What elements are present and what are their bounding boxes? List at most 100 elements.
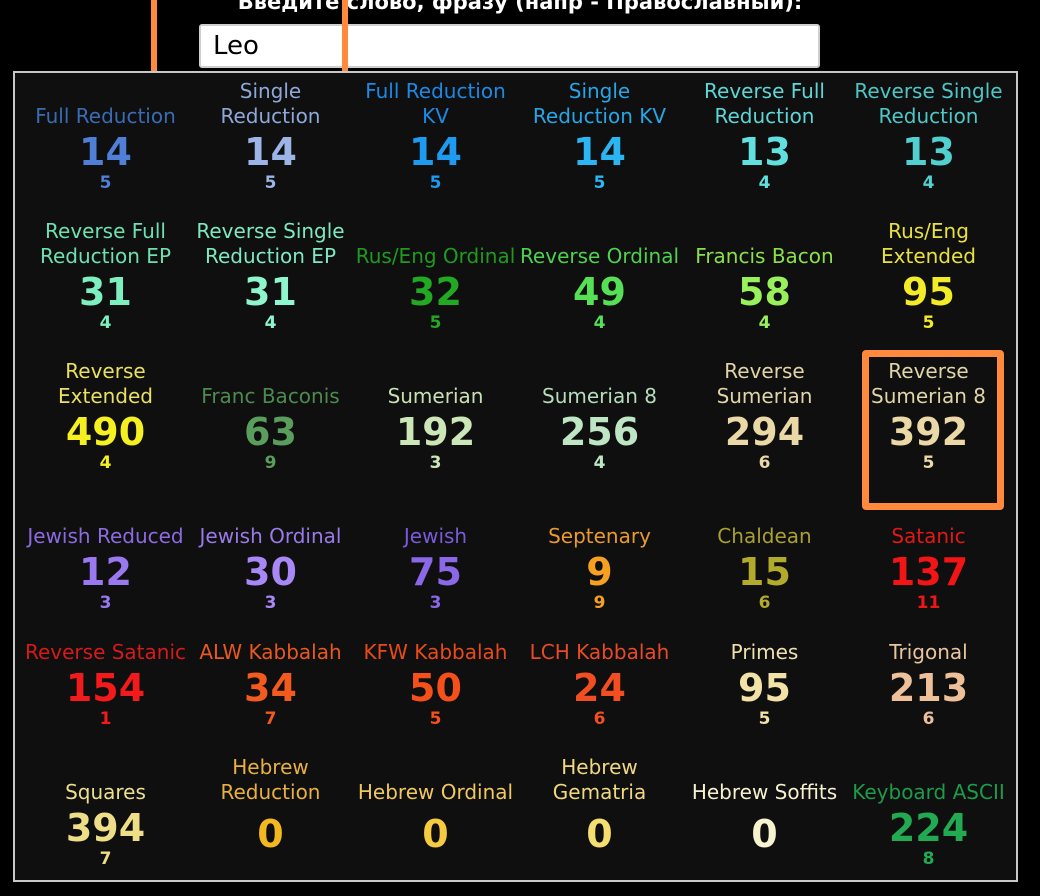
cipher-cell: Reverse Sumerian 294 6 <box>682 359 847 473</box>
cipher-cell: Reverse Single Reduction 13 4 <box>846 79 1011 193</box>
cipher-value: 32 <box>409 270 462 314</box>
cipher-value: 9 <box>586 550 613 594</box>
cipher-cell: Sumerian 192 3 <box>353 359 518 473</box>
cipher-value: 24 <box>573 666 626 710</box>
cipher-cell: Reverse Full Reduction 13 4 <box>682 79 847 193</box>
cipher-value: 14 <box>409 130 462 174</box>
cipher-cell: Chaldean 15 6 <box>682 499 847 613</box>
cipher-name: Reverse Ordinal <box>519 244 680 268</box>
cipher-cell: Hebrew Soffits 0 <box>682 755 847 855</box>
cipher-cell: LCH Kabbalah 24 6 <box>517 615 682 729</box>
cipher-name: Reverse Single Reduction EP <box>196 219 345 268</box>
cipher-cell: Jewish Reduced 12 3 <box>23 499 188 613</box>
cipher-value: 13 <box>902 130 955 174</box>
cipher-value: 31 <box>79 270 132 314</box>
cipher-value: 63 <box>244 410 297 454</box>
cipher-value: 0 <box>751 812 778 856</box>
cipher-value: 15 <box>738 550 791 594</box>
cipher-name: Reverse Extended <box>58 359 153 408</box>
cipher-name: Franc Baconis <box>201 384 340 408</box>
cipher-name: Sumerian 8 <box>542 384 657 408</box>
cipher-cell: ALW Kabbalah 34 7 <box>188 615 353 729</box>
cipher-reduced: 4 <box>593 313 606 333</box>
cipher-reduced: 4 <box>758 313 771 333</box>
cipher-value: 213 <box>888 666 969 710</box>
cipher-name: Hebrew Gematria <box>552 755 647 804</box>
cipher-cell: Hebrew Ordinal 0 <box>353 755 518 855</box>
cipher-value: 95 <box>738 666 791 710</box>
cipher-name: Hebrew Reduction <box>220 755 321 804</box>
cipher-reduced: 3 <box>99 593 112 613</box>
cipher-value: 12 <box>79 550 132 594</box>
cipher-reduced: 6 <box>758 593 771 613</box>
cipher-cell: Squares 394 7 <box>23 755 188 869</box>
cipher-name: Single Reduction <box>220 79 321 128</box>
cipher-cell: Septenary 9 9 <box>517 499 682 613</box>
cipher-cell: Reverse Single Reduction EP 31 4 <box>188 219 353 333</box>
cipher-value: 0 <box>257 812 284 856</box>
cipher-name: Trigonal <box>889 640 968 664</box>
cipher-name: Jewish Ordinal <box>199 524 342 548</box>
cipher-cell: Reverse Satanic 154 1 <box>23 615 188 729</box>
cipher-name: Reverse Full Reduction <box>704 79 825 128</box>
cipher-name: Satanic <box>891 524 966 548</box>
cipher-value: 490 <box>65 410 146 454</box>
cipher-cell: Full Reduction 14 5 <box>23 79 188 193</box>
cipher-value: 294 <box>724 410 805 454</box>
cipher-reduced: 5 <box>429 709 442 729</box>
cipher-reduced: 4 <box>99 313 112 333</box>
cipher-name: Full Reduction KV <box>365 79 506 128</box>
cipher-name: Hebrew Ordinal <box>357 780 514 804</box>
cipher-reduced: 9 <box>593 593 606 613</box>
cipher-reduced: 3 <box>264 593 277 613</box>
cipher-reduced: 3 <box>429 593 442 613</box>
cipher-value: 224 <box>888 806 969 850</box>
cipher-reduced: 1 <box>99 709 112 729</box>
cipher-name: Rus/Eng Extended <box>881 219 976 268</box>
cipher-reduced: 5 <box>429 313 442 333</box>
cipher-value: 14 <box>244 130 297 174</box>
prompt-label: Введите слово, фразу (напр - Православны… <box>237 0 803 14</box>
phrase-input-box[interactable] <box>199 24 820 68</box>
cipher-name: Squares <box>65 780 146 804</box>
cipher-reduced: 5 <box>922 453 935 473</box>
cipher-value: 13 <box>738 130 791 174</box>
cipher-cell: Franc Baconis 63 9 <box>188 359 353 473</box>
cipher-cell: Jewish 75 3 <box>353 499 518 613</box>
cipher-name: Primes <box>730 640 799 664</box>
cipher-name: Sumerian <box>387 384 484 408</box>
cipher-cell: Francis Bacon 58 4 <box>682 219 847 333</box>
cipher-name: Reverse Single Reduction <box>854 79 1003 128</box>
cipher-value: 50 <box>409 666 462 710</box>
cipher-reduced: 3 <box>429 453 442 473</box>
cipher-cell: Reverse Ordinal 49 4 <box>517 219 682 333</box>
cipher-reduced: 5 <box>758 709 771 729</box>
cipher-value: 58 <box>738 270 791 314</box>
cipher-name: Jewish Reduced <box>27 524 184 548</box>
phrase-input[interactable] <box>201 26 818 66</box>
cipher-name: Jewish <box>403 524 468 548</box>
cipher-value: 394 <box>65 806 146 850</box>
cipher-cell: Single Reduction KV 14 5 <box>517 79 682 193</box>
cipher-value: 95 <box>902 270 955 314</box>
cipher-cell: Reverse Extended 490 4 <box>23 359 188 473</box>
cipher-name: Keyboard ASCII <box>852 780 1005 804</box>
cipher-name: Francis Bacon <box>695 244 834 268</box>
cipher-cell: Keyboard ASCII 224 8 <box>846 755 1011 869</box>
cipher-cell: Trigonal 213 6 <box>846 615 1011 729</box>
cipher-cell: Single Reduction 14 5 <box>188 79 353 193</box>
results-panel: Full Reduction 14 5 Single Reduction 14 5 Full… <box>13 71 1018 882</box>
cipher-name: LCH Kabbalah <box>529 640 670 664</box>
cipher-value: 0 <box>422 812 449 856</box>
cipher-reduced: 6 <box>758 453 771 473</box>
cipher-reduced: 9 <box>264 453 277 473</box>
cipher-reduced: 5 <box>593 173 606 193</box>
cipher-value: 0 <box>586 812 613 856</box>
cipher-reduced: 4 <box>264 313 277 333</box>
cipher-name: Septenary <box>548 524 651 548</box>
cipher-value: 192 <box>395 410 476 454</box>
cipher-name: KFW Kabbalah <box>363 640 508 664</box>
cipher-value: 256 <box>559 410 640 454</box>
cipher-name: Reverse Sumerian 8 <box>871 359 986 408</box>
cipher-cell: Sumerian 8 256 4 <box>517 359 682 473</box>
